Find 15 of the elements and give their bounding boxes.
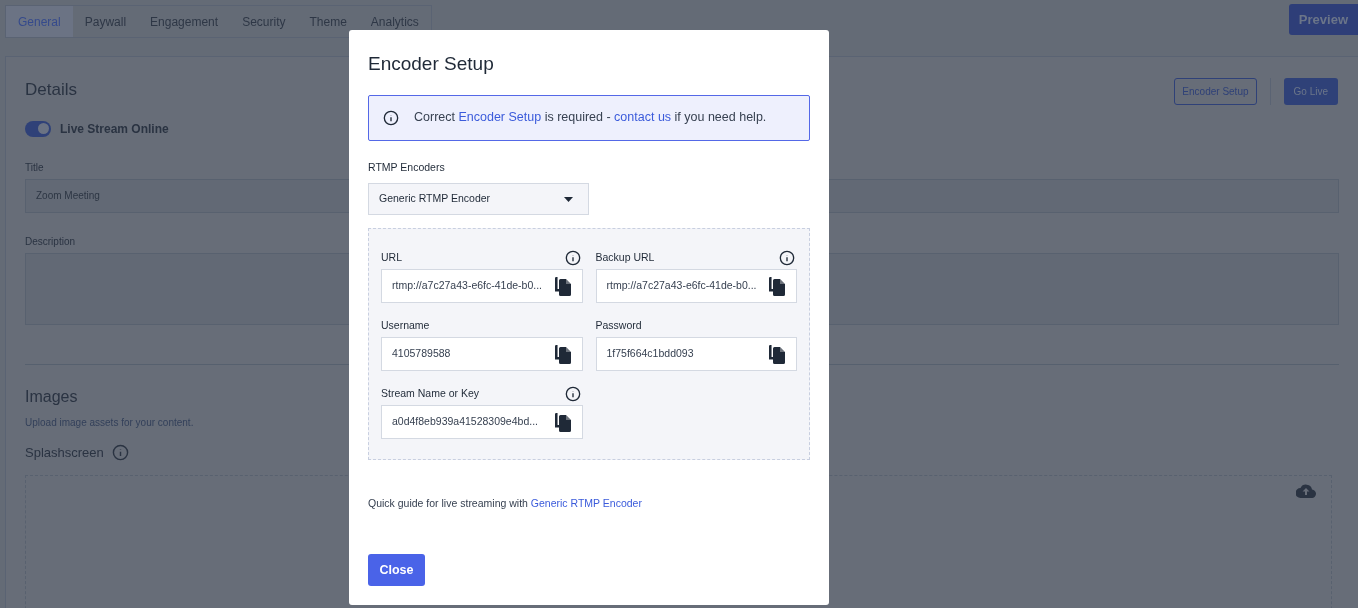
toggle-label: Live Stream Online [60,120,169,138]
field-label: RTMP Encoders [368,159,445,175]
field-label: Description [25,234,76,249]
field-label: Stream Name or Key [381,385,480,401]
section-heading: Details [25,79,78,101]
field-label: URL [381,249,402,265]
guide-text: Quick guide for live streaming with Generic RTMP Encoder [368,496,642,512]
section-heading: Images [25,386,78,407]
field-label: Title [25,160,44,175]
dialog-title: Encoder Setup [368,52,494,76]
alert-message: Correct Encoder Setup is required - contact us if you need help. [414,109,767,127]
field-label: Backup URL [595,249,655,265]
field-label: Username [381,317,430,333]
splashscreen-label: Splashscreen [25,443,104,462]
field-label: Password [595,317,642,333]
